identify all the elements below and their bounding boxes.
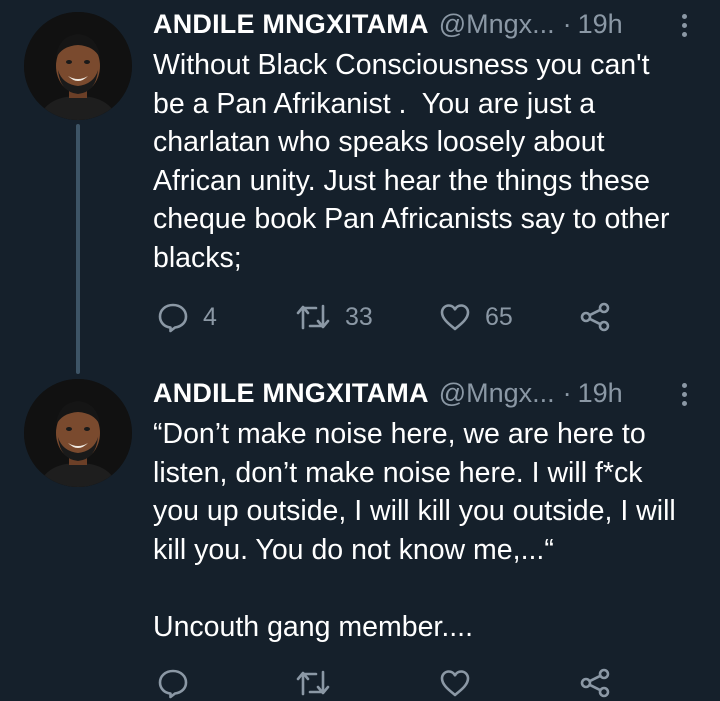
avatar[interactable]	[24, 12, 132, 120]
avatar-photo-icon	[24, 379, 132, 487]
separator-dot: ·	[562, 377, 572, 408]
tweet-text: Without Black Consciousness you can't be…	[153, 49, 670, 274]
like-button[interactable]	[439, 665, 471, 701]
reply-icon	[158, 669, 188, 699]
author-handle[interactable]: @Mngx...	[439, 9, 555, 40]
author-name[interactable]: ANDILE MNGXITAMA	[153, 378, 429, 409]
retweet-button[interactable]	[295, 665, 331, 701]
tweet-timestamp[interactable]: 19h	[578, 378, 623, 409]
reply-icon	[158, 303, 188, 333]
tweet-1[interactable]: ANDILE MNGXITAMA @Mngx... · 19h Without …	[0, 0, 720, 374]
tweet-header: ANDILE MNGXITAMA @Mngx... · 19h	[153, 375, 690, 411]
like-icon	[440, 304, 470, 331]
share-button[interactable]	[579, 299, 611, 335]
separator-dot: ·	[562, 8, 572, 39]
reply-button[interactable]: 4	[157, 299, 217, 335]
tweet-2[interactable]: ANDILE MNGXITAMA @Mngx... · 19h “Don’t m…	[0, 365, 720, 699]
thread-connector-line	[76, 124, 80, 374]
more-icon[interactable]	[674, 10, 694, 40]
like-button[interactable]: 65	[439, 299, 513, 335]
author-name[interactable]: ANDILE MNGXITAMA	[153, 9, 429, 40]
reply-button[interactable]	[157, 665, 189, 701]
tweet-timestamp[interactable]: 19h	[578, 9, 623, 40]
reply-count: 4	[203, 302, 217, 331]
share-icon	[580, 302, 610, 332]
tweet-header: ANDILE MNGXITAMA @Mngx... · 19h	[153, 6, 690, 42]
tweet-actions: 4 33 65	[157, 299, 720, 335]
author-handle[interactable]: @Mngx...	[439, 378, 555, 409]
avatar[interactable]	[24, 379, 132, 487]
share-icon	[580, 668, 610, 698]
share-button[interactable]	[579, 665, 611, 701]
like-count: 65	[485, 302, 513, 331]
more-icon[interactable]	[674, 379, 694, 409]
retweet-button[interactable]: 33	[295, 299, 373, 335]
tweet-text: “Don’t make noise here, we are here to l…	[153, 418, 676, 643]
avatar-photo-icon	[24, 12, 132, 120]
retweet-icon	[296, 304, 330, 330]
tweet-actions	[157, 665, 720, 701]
retweet-icon	[296, 670, 330, 696]
like-icon	[440, 670, 470, 697]
retweet-count: 33	[345, 302, 373, 331]
